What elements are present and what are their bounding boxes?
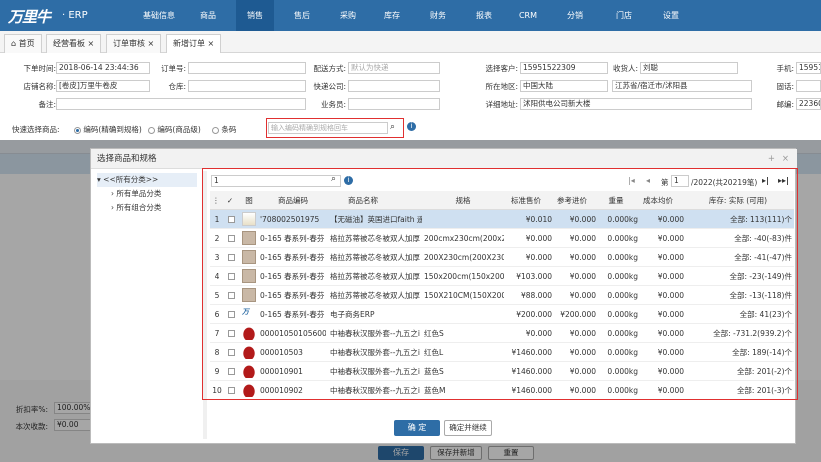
menu-item[interactable]: CRM [508, 0, 548, 31]
tree-item-all[interactable]: ▾ <<所有分类>> [97, 173, 197, 187]
tab-order-review[interactable]: 订单审核 × [106, 34, 162, 53]
close-icon[interactable]: × [88, 39, 95, 48]
region-label: 所在地区: [485, 82, 518, 91]
confirm-button[interactable]: 确 定 [394, 420, 440, 436]
customer-field[interactable]: 15951522309 [520, 62, 608, 74]
menu-item[interactable]: 分销 [554, 0, 596, 31]
menu-item[interactable]: 库存 [372, 0, 412, 31]
menu-item[interactable]: 门店 [604, 0, 644, 31]
radio-code-spec[interactable]: 编码(精确到规格) [74, 124, 142, 135]
close-icon[interactable]: × [782, 149, 789, 169]
brand-suffix: · ERP [62, 10, 88, 21]
shop-label: 店铺名称: [23, 82, 56, 91]
menu-item[interactable]: 销售 [236, 0, 274, 31]
order-time-label: 下单时间: [23, 64, 56, 73]
info-icon[interactable]: i [407, 122, 416, 131]
quick-select-label: 快速选择商品: [12, 125, 60, 134]
menu-item[interactable]: 采购 [328, 0, 368, 31]
customer-label: 选择客户: [485, 64, 518, 73]
brand-logo: 万里牛 [8, 8, 51, 26]
home-icon: ⌂ [11, 39, 17, 48]
delivery-label: 配送方式: [313, 64, 346, 73]
warehouse-label: 仓库: [168, 82, 186, 91]
delivery-select[interactable]: 默认为快递 [348, 62, 440, 74]
plus-icon[interactable]: + [768, 149, 775, 169]
tel-field[interactable] [796, 80, 821, 92]
tab-bar: ⌂ 首页 经营看板 × 订单审核 × 新增订单 × [0, 31, 821, 53]
tel-label: 固话: [776, 82, 794, 91]
address-label: 详细地址: [485, 100, 518, 109]
order-no-label: 订单号: [160, 64, 186, 73]
express-select[interactable] [348, 80, 440, 92]
address-field[interactable]: 沭阳供电公司新大楼 [520, 98, 752, 110]
express-label: 快递公司: [313, 82, 346, 91]
top-navbar: 万里牛 · ERP 基础信息 商品 销售 售后 采购 库存 财务 报表 CRM 分销 门店 设置 [0, 0, 821, 31]
receiver-label: 收货人: [612, 64, 638, 73]
confirm-continue-button[interactable]: 确定并继续 [444, 420, 492, 436]
menu-item[interactable]: 商品 [188, 0, 228, 31]
menu-item[interactable]: 基础信息 [134, 0, 184, 31]
radio-code-item[interactable]: 编码(商品级) [148, 124, 201, 135]
tree-item-combo[interactable]: › 所有组合分类 [97, 201, 197, 215]
tab-home[interactable]: ⌂ 首页 [4, 34, 42, 53]
warehouse-select[interactable] [188, 80, 306, 92]
highlight-box-table [202, 168, 798, 400]
tab-dashboard[interactable]: 经营看板 × [46, 34, 102, 53]
menu-item[interactable]: 财务 [418, 0, 458, 31]
close-icon[interactable]: × [148, 39, 155, 48]
zip-field[interactable]: 22360 [796, 98, 821, 110]
order-no-field[interactable] [188, 62, 306, 74]
salesman-select[interactable] [348, 98, 440, 110]
menu-item[interactable]: 售后 [282, 0, 322, 31]
close-icon[interactable]: × [208, 39, 215, 48]
zip-label: 邮编: [776, 100, 794, 109]
menu-item[interactable]: 报表 [464, 0, 504, 31]
province-select[interactable]: 江苏省/宿迁市/沭阳县 [612, 80, 752, 92]
tab-new-order[interactable]: 新增订单 × [166, 34, 222, 53]
category-tree: ▾ <<所有分类>> › 所有单品分类 › 所有组合分类 [97, 173, 197, 409]
country-select[interactable]: 中国大陆 [520, 80, 608, 92]
quick-select-bar: 快速选择商品: 编码(精确到规格) 编码(商品级) 条码 输入编码精确到规格回车… [0, 118, 821, 138]
phone-label: 手机: [776, 64, 794, 73]
salesman-label: 业务员: [320, 100, 346, 109]
tree-item-single[interactable]: › 所有单品分类 [97, 187, 197, 201]
remark-label: 备注: [38, 100, 56, 109]
radio-barcode[interactable]: 条码 [212, 124, 236, 135]
remark-field[interactable] [56, 98, 306, 110]
receiver-field[interactable]: 刘聪 [640, 62, 738, 74]
dialog-title: 选择商品和规格 + × [91, 149, 797, 169]
menu-item[interactable]: 设置 [648, 0, 694, 31]
highlight-box-quick [266, 118, 404, 138]
phone-field[interactable]: 15951 [796, 62, 821, 74]
order-time-field[interactable]: 2018-06-14 23:44:36 [56, 62, 150, 74]
shop-select[interactable]: [卷皮]万里牛卷皮 [56, 80, 150, 92]
